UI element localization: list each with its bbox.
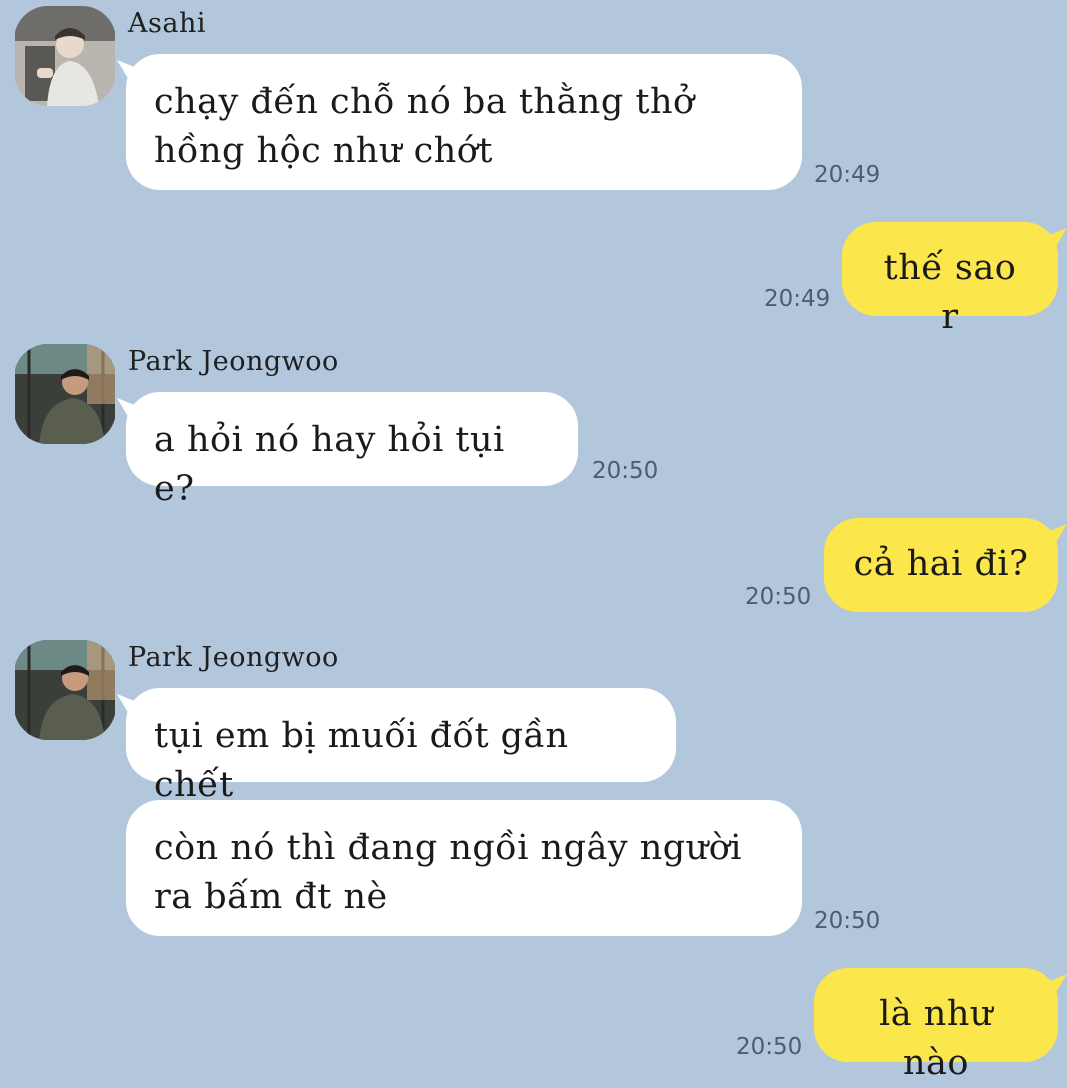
avatar-park-jeongwoo-image	[15, 344, 115, 444]
message-timestamp: 20:49	[764, 286, 831, 312]
avatar-park-jeongwoo[interactable]	[14, 640, 116, 740]
message-text: tụi em bị muối đốt gần chết	[154, 716, 569, 805]
message-text-line: chạy đến chỗ nó ba thằng thở	[154, 82, 695, 122]
message-bubble-outgoing[interactable]: thế sao r	[842, 222, 1058, 337]
message-timestamp: 20:49	[814, 162, 881, 188]
message-text: cả hai đi?	[853, 544, 1029, 584]
message-text-line: còn nó thì đang ngồi ngây người	[154, 828, 742, 868]
message-timestamp: 20:50	[592, 458, 659, 484]
message-text: là như nào	[879, 994, 993, 1083]
message-bubble-outgoing[interactable]: là như nào	[814, 968, 1058, 1083]
sender-name: Asahi	[128, 8, 206, 39]
sender-name: Park Jeongwoo	[128, 642, 339, 673]
message-bubble-incoming[interactable]: còn nó thì đang ngồi ngây người ra bấm đ…	[126, 800, 802, 936]
message-bubble-outgoing[interactable]: cả hai đi?	[824, 518, 1058, 612]
avatar-park-jeongwoo[interactable]	[14, 344, 116, 444]
avatar-park-jeongwoo-image	[15, 640, 115, 740]
message-text: a hỏi nó hay hỏi tụi e?	[154, 420, 505, 509]
message-timestamp: 20:50	[745, 584, 812, 610]
message-bubble-incoming[interactable]: chạy đến chỗ nó ba thằng thở hồng hộc nh…	[126, 54, 802, 190]
message-text: thế sao r	[883, 248, 1017, 337]
sender-name: Park Jeongwoo	[128, 346, 339, 377]
avatar-asahi[interactable]	[14, 6, 116, 106]
message-bubble-incoming[interactable]: tụi em bị muối đốt gần chết	[126, 688, 676, 805]
message-timestamp: 20:50	[736, 1034, 803, 1060]
avatar-asahi-image	[15, 6, 115, 106]
message-text-line: ra bấm đt nè	[154, 877, 388, 917]
message-timestamp: 20:50	[814, 908, 881, 934]
message-text-line: hồng hộc như chớt	[154, 131, 493, 171]
message-bubble-incoming[interactable]: a hỏi nó hay hỏi tụi e?	[126, 392, 578, 509]
